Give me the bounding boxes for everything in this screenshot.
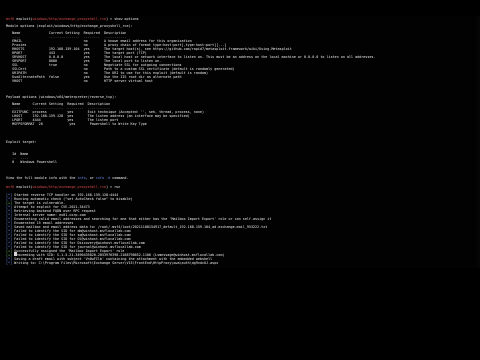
- text-cursor: [14, 252, 17, 256]
- terminal-text-segment: info -d: [95, 176, 111, 180]
- terminal-text-segment: 0 Windows Powershell: [6, 160, 58, 164]
- screen: msf6 exploit(windows/http/exchange_proxy…: [0, 0, 480, 360]
- terminal-text-segment: Module options (exploit/windows/http/exc…: [6, 24, 133, 28]
- terminal-line: Module options (exploit/windows/http/exc…: [6, 24, 133, 28]
- terminal-text-segment: [*]: [6, 261, 15, 265]
- terminal-text-segment: windows/http/exchange_proxyshell_rce: [32, 185, 107, 189]
- terminal-line: [*] Writing to: C:\Program Files\Microso…: [6, 261, 218, 265]
- terminal-line: Payload options (windows/x64/meterpreter…: [6, 95, 116, 99]
- terminal-text-segment: ) > show options: [106, 17, 139, 21]
- terminal-line: msf6 exploit(windows/http/exchange_proxy…: [6, 185, 120, 189]
- terminal-text-segment: command.: [110, 176, 129, 180]
- terminal-text-segment: Writing to: C:\Program Files\Microsoft\E…: [14, 261, 219, 265]
- terminal-line: View the full module info with the info,…: [6, 176, 129, 180]
- terminal-line: MSFPSFORMAT 20 yes Powershell to Write K…: [6, 122, 147, 126]
- terminal-text-segment: exploit(: [16, 17, 33, 21]
- terminal-text-segment: ) > run: [106, 185, 121, 189]
- terminal-text-segment: Exploit target:: [6, 140, 37, 144]
- terminal-text-segment: View the full module info with the: [6, 176, 78, 180]
- terminal-line: VHOST no HTTP server virtual host: [6, 79, 153, 83]
- terminal-window[interactable]: msf6 exploit(windows/http/exchange_proxy…: [0, 16, 480, 268]
- terminal-text-segment: windows/http/exchange_proxyshell_rce: [32, 17, 107, 21]
- terminal-text-segment: , or: [85, 176, 96, 180]
- terminal-text-segment: VHOST no HTTP server virtual host: [6, 79, 153, 83]
- terminal-text-segment: exploit(: [16, 185, 33, 189]
- terminal-text-segment: info: [77, 176, 86, 180]
- terminal-text-segment: msf6: [6, 17, 17, 21]
- terminal-line: 0 Windows Powershell: [6, 160, 57, 164]
- terminal-text-segment: MSFPSFORMAT 20 yes Powershell to Write K…: [6, 122, 147, 126]
- terminal-text-segment: Payload options (windows/x64/meterpreter…: [6, 95, 117, 99]
- terminal-line: Exploit target:: [6, 140, 37, 144]
- terminal-line: msf6 exploit(windows/http/exchange_proxy…: [6, 17, 139, 21]
- terminal-text-segment: msf6: [6, 185, 17, 189]
